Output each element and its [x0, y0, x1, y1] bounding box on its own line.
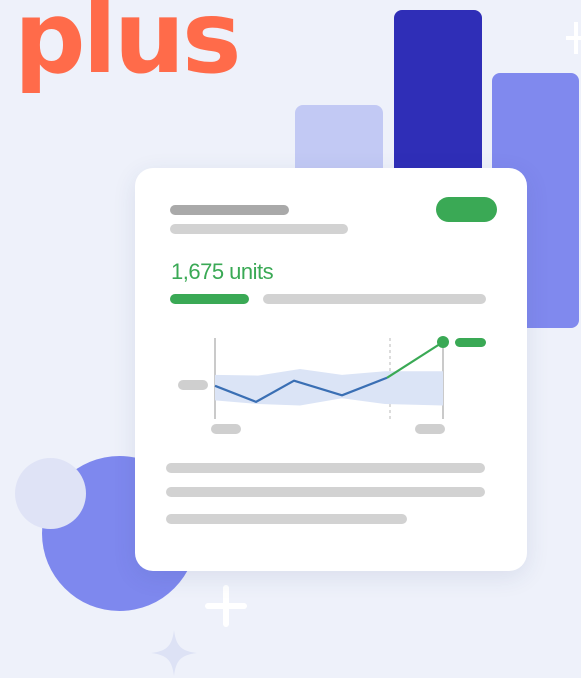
background-bar-dark	[394, 10, 482, 185]
corner-plus-icon	[566, 22, 581, 54]
plus-sparkle-icon	[205, 585, 247, 627]
decorative-circle-small	[15, 458, 86, 529]
trend-chart	[178, 336, 486, 434]
metric-card: 1,675 units	[135, 168, 527, 571]
value-progress-bar	[170, 294, 249, 304]
forecast-endpoint-marker	[437, 336, 449, 348]
four-point-star-icon	[151, 630, 197, 676]
body-line-placeholder-1	[166, 463, 485, 473]
units-value: 1,675 units	[171, 259, 274, 284]
status-pill	[436, 197, 497, 222]
x-axis-label-placeholder-left	[211, 424, 241, 434]
x-axis-label-placeholder-right	[415, 424, 445, 434]
card-subtitle-placeholder	[170, 224, 348, 234]
body-line-placeholder-3	[166, 514, 407, 524]
forecast-label-placeholder	[455, 338, 486, 347]
body-line-placeholder-2	[166, 487, 485, 497]
card-title-placeholder	[170, 205, 289, 215]
y-axis-label-placeholder	[178, 380, 208, 390]
value-caption-placeholder	[263, 294, 486, 304]
plus-logo: plus	[14, 0, 242, 96]
